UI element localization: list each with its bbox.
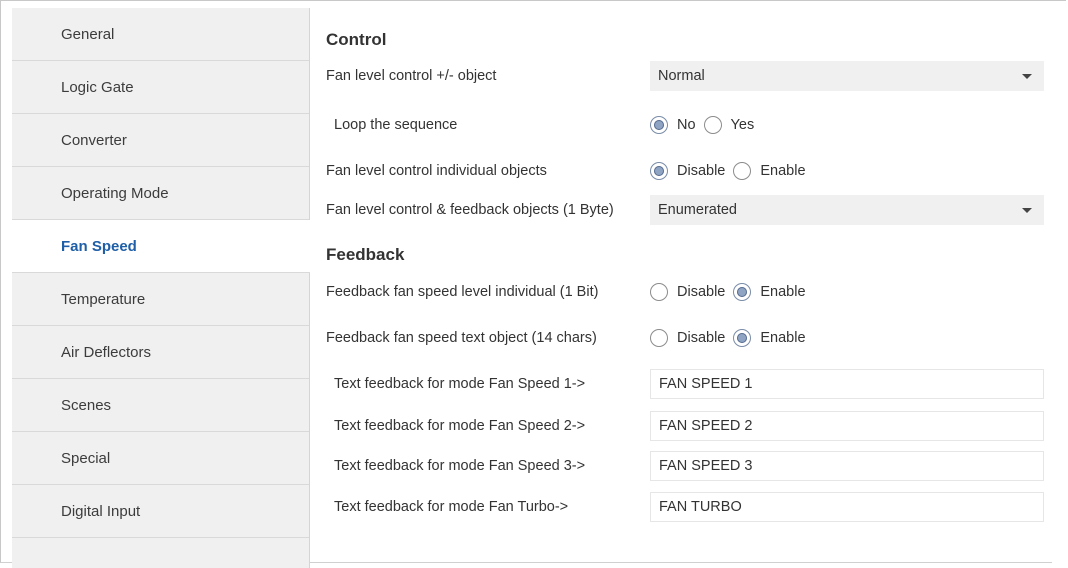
sidebar-item-label: Digital Input bbox=[61, 503, 141, 520]
row-loop-sequence: Loop the sequence No Yes bbox=[326, 110, 1046, 140]
individual-objects-option-enable[interactable]: Enable bbox=[733, 162, 806, 180]
radio-label: Enable bbox=[760, 330, 806, 346]
loop-sequence-label: Loop the sequence bbox=[334, 117, 458, 133]
radio-unchecked-icon[interactable] bbox=[703, 116, 722, 134]
text-feedback-speed-1-label: Text feedback for mode Fan Speed 1-> bbox=[334, 376, 586, 392]
loop-sequence-radio-group: No Yes bbox=[650, 110, 762, 140]
radio-label: Yes bbox=[730, 117, 755, 133]
radio-unchecked-icon[interactable] bbox=[733, 162, 752, 180]
fan-level-control-pm-label: Fan level control +/- object bbox=[326, 68, 497, 84]
radio-unchecked-icon[interactable] bbox=[650, 329, 668, 347]
byte-objects-label: Fan level control & feedback objects (1 … bbox=[326, 202, 614, 218]
text-feedback-speed-2-label: Text feedback for mode Fan Speed 2-> bbox=[334, 418, 586, 434]
radio-label: Disable bbox=[677, 284, 726, 300]
feedback-level-individual-option-disable[interactable]: Disable bbox=[650, 283, 725, 301]
sidebar-item-label: Special bbox=[61, 450, 111, 467]
sidebar-item-scenes[interactable]: Scenes bbox=[12, 379, 309, 432]
radio-unchecked-icon[interactable] bbox=[650, 283, 668, 301]
radio-label: Enable bbox=[760, 163, 806, 179]
text-feedback-turbo-input[interactable] bbox=[650, 492, 1044, 522]
sidebar-item-air-deflectors[interactable]: Air Deflectors bbox=[12, 326, 309, 379]
row-fan-level-control-pm: Fan level control +/- object Normal bbox=[326, 61, 1046, 91]
sidebar-item-label: Logic Gate bbox=[61, 79, 134, 96]
feedback-level-individual-option-enable[interactable]: Enable bbox=[733, 283, 806, 301]
feedback-text-object-option-disable[interactable]: Disable bbox=[650, 329, 725, 347]
sidebar-item-label: Air Deflectors bbox=[61, 344, 152, 361]
sidebar-item-label: Operating Mode bbox=[61, 185, 169, 202]
section-title-feedback: Feedback bbox=[326, 245, 405, 264]
byte-objects-select[interactable]: Enumerated bbox=[650, 195, 1044, 225]
feedback-level-individual-label: Feedback fan speed level individual (1 B… bbox=[326, 284, 599, 300]
sidebar-item-special[interactable]: Special bbox=[12, 432, 309, 485]
individual-objects-label: Fan level control individual objects bbox=[326, 163, 547, 179]
row-text-feedback-speed-3: Text feedback for mode Fan Speed 3-> bbox=[326, 451, 1046, 481]
radio-checked-icon[interactable] bbox=[733, 283, 752, 301]
radio-label: Disable bbox=[677, 330, 726, 346]
sidebar-item-fan-speed[interactable]: Fan Speed bbox=[12, 220, 310, 273]
byte-objects-value: Enumerated bbox=[658, 202, 737, 218]
sidebar-item-converter[interactable]: Converter bbox=[12, 114, 309, 167]
sidebar-item-temperature[interactable]: Temperature bbox=[12, 273, 309, 326]
text-feedback-speed-3-input[interactable] bbox=[650, 451, 1044, 481]
individual-objects-radio-group: Disable Enable bbox=[650, 156, 814, 186]
row-text-feedback-turbo: Text feedback for mode Fan Turbo-> bbox=[326, 492, 1046, 522]
section-title-control: Control bbox=[326, 30, 387, 49]
sidebar-item-operating-mode[interactable]: Operating Mode bbox=[12, 167, 309, 220]
text-feedback-speed-3-label: Text feedback for mode Fan Speed 3-> bbox=[334, 458, 586, 474]
fan-level-control-pm-value: Normal bbox=[658, 68, 705, 84]
loop-sequence-option-yes[interactable]: Yes bbox=[703, 116, 755, 134]
sidebar-item-label: Fan Speed bbox=[61, 238, 137, 255]
row-feedback-level-individual: Feedback fan speed level individual (1 B… bbox=[326, 277, 1046, 307]
sidebar: General Logic Gate Converter Operating M… bbox=[12, 8, 310, 568]
chevron-down-icon bbox=[1022, 74, 1032, 79]
sidebar-item-logic-gate[interactable]: Logic Gate bbox=[12, 61, 309, 114]
right-edge bbox=[1052, 8, 1066, 563]
sidebar-item-label: General bbox=[61, 26, 115, 43]
sidebar-item-label: Temperature bbox=[61, 291, 146, 308]
individual-objects-option-disable[interactable]: Disable bbox=[650, 162, 725, 180]
sidebar-item-label: Scenes bbox=[61, 397, 112, 414]
sidebar-item-digital-input[interactable]: Digital Input bbox=[12, 485, 309, 538]
feedback-text-object-label: Feedback fan speed text object (14 chars… bbox=[326, 330, 597, 346]
radio-label: No bbox=[677, 117, 696, 133]
row-text-feedback-speed-1: Text feedback for mode Fan Speed 1-> bbox=[326, 369, 1046, 399]
text-feedback-turbo-label: Text feedback for mode Fan Turbo-> bbox=[334, 499, 569, 515]
text-feedback-speed-1-input[interactable] bbox=[650, 369, 1044, 399]
chevron-down-icon bbox=[1022, 208, 1032, 213]
radio-checked-icon[interactable] bbox=[650, 116, 668, 134]
loop-sequence-option-no[interactable]: No bbox=[650, 116, 696, 134]
radio-checked-icon[interactable] bbox=[733, 329, 752, 347]
radio-checked-icon[interactable] bbox=[650, 162, 668, 180]
row-individual-objects: Fan level control individual objects Dis… bbox=[326, 156, 1046, 186]
row-feedback-text-object: Feedback fan speed text object (14 chars… bbox=[326, 323, 1046, 353]
feedback-text-object-option-enable[interactable]: Enable bbox=[733, 329, 806, 347]
sidebar-item-general[interactable]: General bbox=[12, 8, 309, 61]
feedback-text-object-radio-group: Disable Enable bbox=[650, 323, 814, 353]
sidebar-item-label: Converter bbox=[61, 132, 127, 149]
fan-level-control-pm-select[interactable]: Normal bbox=[650, 61, 1044, 91]
radio-label: Disable bbox=[677, 163, 726, 179]
row-byte-objects: Fan level control & feedback objects (1 … bbox=[326, 195, 1046, 225]
feedback-level-individual-radio-group: Disable Enable bbox=[650, 277, 814, 307]
text-feedback-speed-2-input[interactable] bbox=[650, 411, 1044, 441]
radio-label: Enable bbox=[760, 284, 806, 300]
row-text-feedback-speed-2: Text feedback for mode Fan Speed 2-> bbox=[326, 411, 1046, 441]
